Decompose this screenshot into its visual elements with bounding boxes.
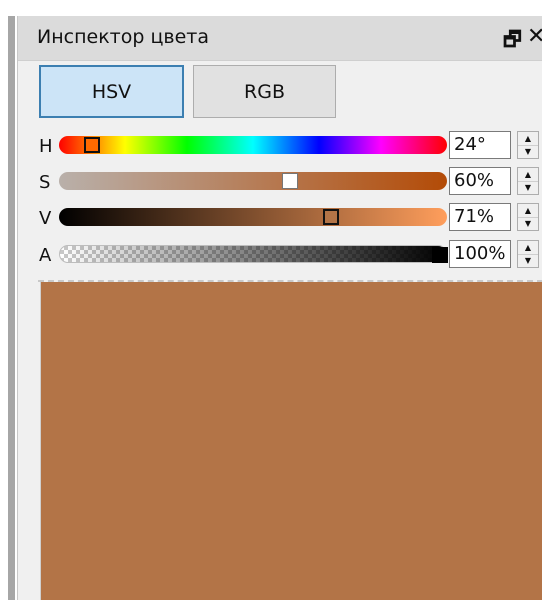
color-inspector-panel: Инспектор цвета 🗗 ✕ HSV RGB H 24° ▲ ▼ S … — [17, 16, 542, 600]
tab-hsv-label: HSV — [91, 80, 132, 103]
value-slider-handle[interactable] — [323, 209, 339, 225]
hue-spin-buttons[interactable]: ▲ ▼ — [517, 131, 539, 159]
close-icon[interactable]: ✕ — [527, 24, 542, 49]
hue-value[interactable]: 24° — [449, 131, 511, 159]
tab-rgb[interactable]: RGB — [193, 65, 336, 118]
spin-up-icon[interactable]: ▲ — [518, 204, 538, 218]
saturation-spin-buttons[interactable]: ▲ ▼ — [517, 167, 539, 195]
spin-up-icon[interactable]: ▲ — [518, 132, 538, 146]
hue-label: H — [39, 136, 53, 157]
hue-spinbox[interactable]: 24° ▲ ▼ — [449, 131, 542, 159]
saturation-label: S — [39, 172, 51, 193]
spin-down-icon[interactable]: ▼ — [518, 181, 538, 194]
spin-up-icon[interactable]: ▲ — [518, 241, 538, 255]
alpha-spinbox[interactable]: 100% ▲ ▼ — [449, 240, 542, 268]
float-window-icon[interactable]: 🗗 — [503, 25, 522, 59]
value-value[interactable]: 71% — [449, 203, 511, 231]
color-preview-swatch — [40, 282, 542, 600]
panel-title: Инспектор цвета — [37, 26, 209, 48]
spin-up-icon[interactable]: ▲ — [518, 168, 538, 182]
spin-down-icon[interactable]: ▼ — [518, 217, 538, 230]
left-gutter — [0, 0, 16, 600]
alpha-spin-buttons[interactable]: ▲ ▼ — [517, 240, 539, 268]
gutter-bar — [8, 16, 15, 600]
saturation-value[interactable]: 60% — [449, 167, 511, 195]
spin-down-icon[interactable]: ▼ — [518, 145, 538, 158]
saturation-slider-handle[interactable] — [282, 173, 298, 189]
alpha-slider-handle[interactable] — [432, 247, 448, 263]
value-spin-buttons[interactable]: ▲ ▼ — [517, 203, 539, 231]
saturation-slider[interactable] — [59, 172, 447, 190]
value-slider[interactable] — [59, 208, 447, 226]
alpha-label: A — [39, 245, 52, 266]
hue-slider[interactable] — [59, 136, 447, 154]
alpha-value[interactable]: 100% — [449, 240, 511, 268]
value-label: V — [39, 208, 52, 229]
spin-down-icon[interactable]: ▼ — [518, 254, 538, 267]
alpha-slider[interactable] — [59, 245, 448, 263]
tab-rgb-label: RGB — [244, 80, 285, 103]
saturation-spinbox[interactable]: 60% ▲ ▼ — [449, 167, 542, 195]
panel-titlebar: Инспектор цвета 🗗 ✕ — [18, 16, 542, 61]
hue-slider-handle[interactable] — [84, 137, 100, 153]
value-spinbox[interactable]: 71% ▲ ▼ — [449, 203, 542, 231]
tab-hsv[interactable]: HSV — [39, 65, 184, 118]
